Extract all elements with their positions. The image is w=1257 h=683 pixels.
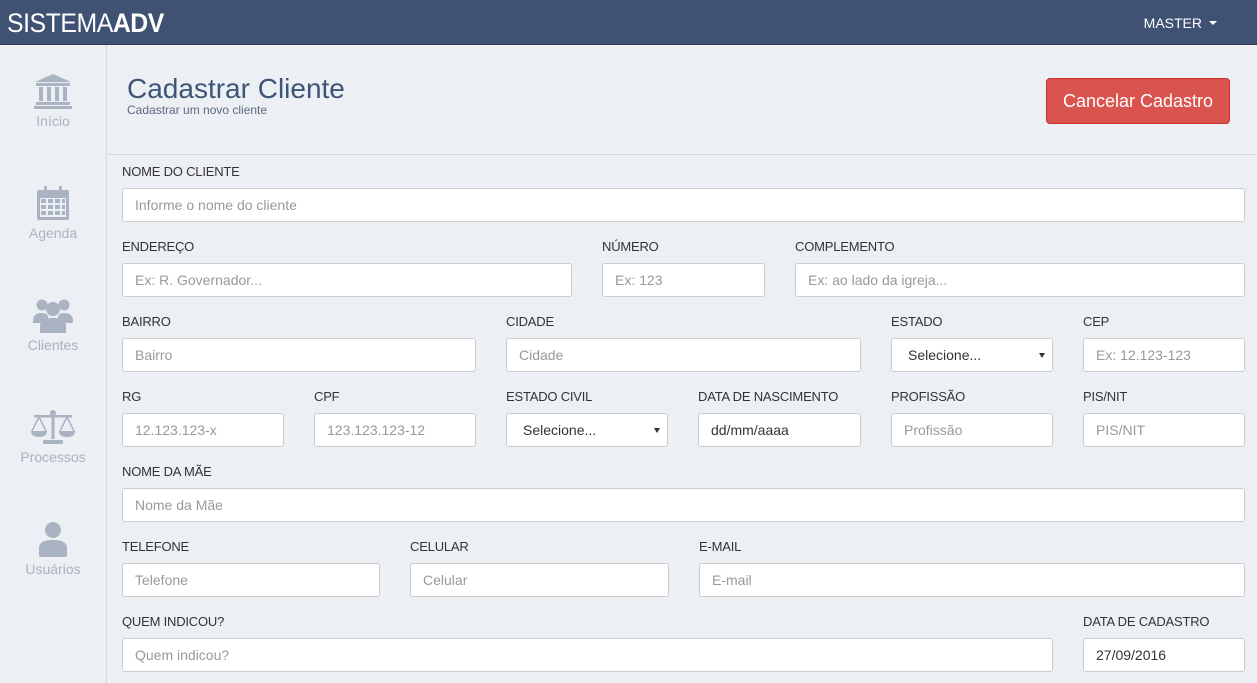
quem-indicou-input[interactable] xyxy=(122,638,1053,672)
field-bairro: BAIRRO xyxy=(122,313,476,372)
field-email: E-MAIL xyxy=(699,538,1245,597)
field-nome-mae: NOME DA MÃE xyxy=(122,463,1245,522)
numero-input[interactable] xyxy=(602,263,765,297)
quem-indicou-label: QUEM INDICOU? xyxy=(122,614,225,629)
estado-select-value: Selecione... xyxy=(908,347,982,363)
complemento-label: COMPLEMENTO xyxy=(795,239,895,254)
email-input[interactable] xyxy=(699,563,1245,597)
cpf-input[interactable] xyxy=(314,413,476,447)
profissao-input[interactable] xyxy=(891,413,1053,447)
top-navbar: SISTEMAADV MASTER xyxy=(0,0,1257,45)
sidebar-item-label: Clientes xyxy=(27,337,79,353)
bairro-label: BAIRRO xyxy=(122,314,171,329)
field-telefone: TELEFONE xyxy=(122,538,380,597)
rg-input[interactable] xyxy=(122,413,284,447)
estado-civil-select[interactable]: Selecione... xyxy=(506,413,668,447)
sidebar-item-agenda[interactable]: Agenda xyxy=(0,185,106,241)
field-celular: CELULAR xyxy=(410,538,669,597)
field-numero: NÚMERO xyxy=(602,238,765,297)
select-arrow-icon xyxy=(1039,353,1045,358)
page-header: Cadastrar Cliente Cadastrar um novo clie… xyxy=(108,45,1257,155)
data-cadastro-input[interactable] xyxy=(1083,638,1245,672)
nome-cliente-label: NOME DO CLIENTE xyxy=(122,164,240,179)
field-cpf: CPF xyxy=(314,388,476,447)
field-nome-cliente: NOME DO CLIENTE xyxy=(122,163,1245,222)
celular-input[interactable] xyxy=(410,563,669,597)
telefone-input[interactable] xyxy=(122,563,380,597)
sidebar-item-usuarios[interactable]: Usuários xyxy=(0,521,106,577)
complemento-input[interactable] xyxy=(795,263,1245,297)
calendar-icon xyxy=(37,186,69,220)
endereco-label: ENDEREÇO xyxy=(122,239,195,254)
field-estado: ESTADO Selecione... xyxy=(891,313,1053,372)
brand-bold: ADV xyxy=(112,8,165,38)
sidebar-item-processos[interactable]: Processos xyxy=(0,409,106,465)
data-nascimento-label: DATA DE NASCIMENTO xyxy=(698,389,839,404)
sidebar-item-inicio[interactable]: Início xyxy=(0,73,106,129)
user-menu-label: MASTER xyxy=(1143,15,1202,31)
data-nascimento-input[interactable] xyxy=(698,413,861,447)
email-label: E-MAIL xyxy=(699,539,742,554)
rg-label: RG xyxy=(122,389,142,404)
profissao-label: PROFISSÃO xyxy=(891,389,966,404)
user-icon xyxy=(39,522,67,557)
cep-input[interactable] xyxy=(1083,338,1245,372)
field-endereco: ENDEREÇO xyxy=(122,238,572,297)
field-cep: CEP xyxy=(1083,313,1245,372)
caret-down-icon xyxy=(1209,21,1217,25)
cpf-label: CPF xyxy=(314,389,340,404)
page-subtitle: Cadastrar um novo cliente xyxy=(127,103,268,117)
estado-select[interactable]: Selecione... xyxy=(891,338,1053,372)
field-quem-indicou: QUEM INDICOU? xyxy=(122,613,1053,672)
sidebar-item-label: Início xyxy=(36,113,70,129)
pis-nit-label: PIS/NIT xyxy=(1083,389,1128,404)
estado-civil-label: ESTADO CIVIL xyxy=(506,389,593,404)
cidade-input[interactable] xyxy=(506,338,861,372)
cidade-label: CIDADE xyxy=(506,314,554,329)
nome-mae-input[interactable] xyxy=(122,488,1245,522)
pis-nit-input[interactable] xyxy=(1083,413,1245,447)
field-cidade: CIDADE xyxy=(506,313,861,372)
cancel-registration-button[interactable]: Cancelar Cadastro xyxy=(1046,78,1230,124)
field-complemento: COMPLEMENTO xyxy=(795,238,1245,297)
users-icon xyxy=(33,299,73,333)
sidebar: Início Agenda Clientes Processos Usuário… xyxy=(0,45,107,683)
cep-label: CEP xyxy=(1083,314,1110,329)
balance-scale-icon xyxy=(31,410,75,444)
endereco-input[interactable] xyxy=(122,263,572,297)
user-menu-dropdown[interactable]: MASTER xyxy=(1144,15,1217,31)
nome-mae-label: NOME DA MÃE xyxy=(122,464,212,479)
select-arrow-icon xyxy=(654,428,660,433)
client-form: NOME DO CLIENTE ENDEREÇO NÚMERO COMPLEME… xyxy=(108,155,1257,683)
field-data-cadastro: DATA DE CADASTRO xyxy=(1083,613,1245,672)
nome-cliente-input[interactable] xyxy=(122,188,1245,222)
estado-label: ESTADO xyxy=(891,314,943,329)
bairro-input[interactable] xyxy=(122,338,476,372)
field-estado-civil: ESTADO CIVIL Selecione... xyxy=(506,388,668,447)
estado-civil-select-value: Selecione... xyxy=(523,422,597,438)
field-data-nascimento: DATA DE NASCIMENTO xyxy=(698,388,861,447)
sidebar-item-label: Processos xyxy=(20,449,86,465)
numero-label: NÚMERO xyxy=(602,239,659,254)
field-rg: RG xyxy=(122,388,284,447)
sidebar-item-label: Usuários xyxy=(25,561,81,577)
field-pis-nit: PIS/NIT xyxy=(1083,388,1245,447)
sidebar-item-clientes[interactable]: Clientes xyxy=(0,297,106,353)
telefone-label: TELEFONE xyxy=(122,539,190,554)
brand-light: SISTEMA xyxy=(7,8,113,38)
celular-label: CELULAR xyxy=(410,539,469,554)
data-cadastro-label: DATA DE CADASTRO xyxy=(1083,614,1210,629)
sidebar-item-label: Agenda xyxy=(28,225,78,241)
brand-logo[interactable]: SISTEMAADV xyxy=(7,7,164,39)
page-title: Cadastrar Cliente xyxy=(127,73,345,104)
bank-icon xyxy=(34,74,72,109)
field-profissao: PROFISSÃO xyxy=(891,388,1053,447)
